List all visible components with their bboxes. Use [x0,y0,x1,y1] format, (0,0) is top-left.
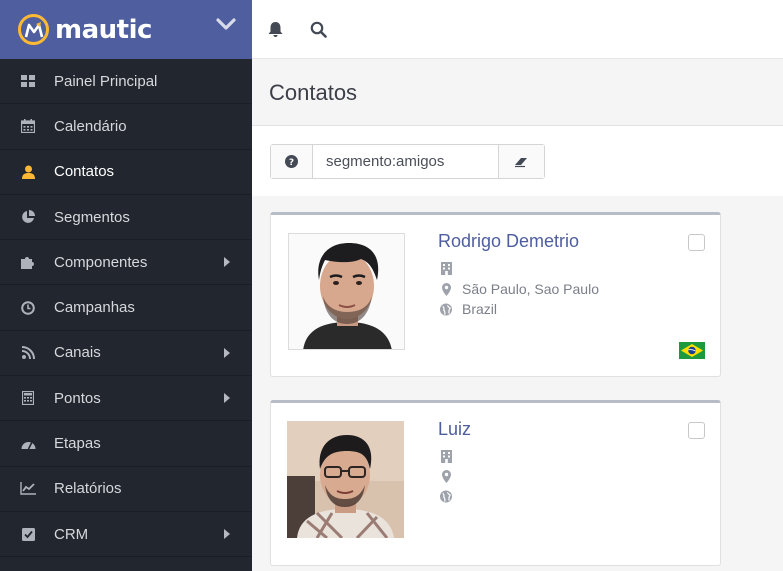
map-marker-icon [440,469,452,483]
building-icon [440,449,452,463]
pie-chart-icon [20,209,36,225]
question-circle-icon: ? [285,155,298,168]
search-input[interactable] [313,145,498,178]
sidebar-item-pontos[interactable]: Pontos [0,376,252,422]
sidebar-item-campanhas[interactable]: Campanhas [0,285,252,331]
caret-right-icon [224,257,230,268]
sidebar-item-label: Painel Principal [54,72,158,90]
mautic-logo-icon[interactable] [18,14,49,45]
contact-location-row [440,469,462,483]
puzzle-icon [20,254,36,270]
brand-name[interactable]: mautic [55,15,152,45]
sidebar-item-segmentos[interactable]: Segmentos [0,195,252,241]
sidebar-item-label: CRM [54,525,89,543]
sidebar-nav: Painel Principal Calendário Contatos Seg… [0,59,252,558]
brazil-flag-icon [679,342,705,359]
building-icon [440,261,452,275]
user-icon [20,164,36,180]
contact-country: Brazil [462,301,498,317]
sidebar-item-label: Contatos [54,163,115,181]
calendar-icon [20,118,36,134]
sidebar-item-canais[interactable]: Canais [0,331,252,377]
page-header: Contatos [252,60,783,126]
contacts-toolbar: ? [252,126,783,196]
sidebar-item-painel-principal[interactable]: Painel Principal [0,59,252,105]
sidebar-item-label: Relatórios [54,480,122,498]
eraser-icon [515,157,527,167]
contact-avatar[interactable] [287,421,404,538]
contact-location: São Paulo, Sao Paulo [462,281,599,297]
chevron-down-icon[interactable] [216,17,236,36]
clock-icon [20,300,36,316]
brand-header: mautic [0,0,252,59]
search-group: ? [270,144,545,179]
sidebar-item-label: Componentes [54,253,148,271]
bell-icon[interactable] [265,19,285,39]
sidebar: mautic Painel Principal Calendário Conta… [0,0,252,571]
contact-name-link[interactable]: Luiz [438,419,471,440]
dashboard-icon [20,73,36,89]
checkbox-icon [20,526,36,542]
contact-name-link[interactable]: Rodrigo Demetrio [438,231,579,252]
search-icon[interactable] [308,19,328,39]
caret-right-icon [224,393,230,404]
map-marker-icon [440,282,452,296]
sidebar-item-label: Canais [54,344,101,362]
tachometer-icon [20,436,36,452]
contact-avatar[interactable] [288,233,405,350]
contact-card[interactable]: Luiz [270,400,721,566]
contact-country-row [440,489,462,503]
contact-select-checkbox[interactable] [688,422,705,439]
globe-icon [440,489,452,503]
sidebar-item-label: Campanhas [54,299,135,317]
sidebar-item-relatorios[interactable]: Relatórios [0,467,252,512]
sidebar-item-etapas[interactable]: Etapas [0,421,252,467]
top-navbar [252,0,783,59]
svg-text:?: ? [289,158,294,168]
sidebar-item-label: Segmentos [54,208,130,226]
rss-icon [20,345,36,361]
contact-select-checkbox[interactable] [688,234,705,251]
sidebar-item-calendario[interactable]: Calendário [0,104,252,150]
sidebar-item-componentes[interactable]: Componentes [0,240,252,286]
sidebar-item-contatos[interactable]: Contatos [0,150,252,195]
sidebar-item-crm[interactable]: CRM [0,512,252,558]
globe-icon [440,302,452,316]
contact-card[interactable]: Rodrigo Demetrio São Paulo, Sao Paulo Br… [270,212,721,377]
sidebar-item-label: Calendário [54,117,127,135]
sidebar-item-label: Pontos [54,389,101,407]
line-chart-icon [20,481,36,497]
search-help-button[interactable]: ? [271,145,313,178]
contact-country-row: Brazil [440,301,497,317]
contacts-grid: Rodrigo Demetrio São Paulo, Sao Paulo Br… [252,196,783,571]
caret-right-icon [224,347,230,358]
sidebar-item-label: Etapas [54,435,101,453]
page-title: Contatos [269,79,358,105]
contact-company-row [440,449,462,463]
contact-location-row: São Paulo, Sao Paulo [440,281,599,297]
contact-company-row [440,261,462,275]
clear-search-button[interactable] [498,145,544,178]
calculator-icon [20,390,36,406]
caret-right-icon [224,529,230,540]
